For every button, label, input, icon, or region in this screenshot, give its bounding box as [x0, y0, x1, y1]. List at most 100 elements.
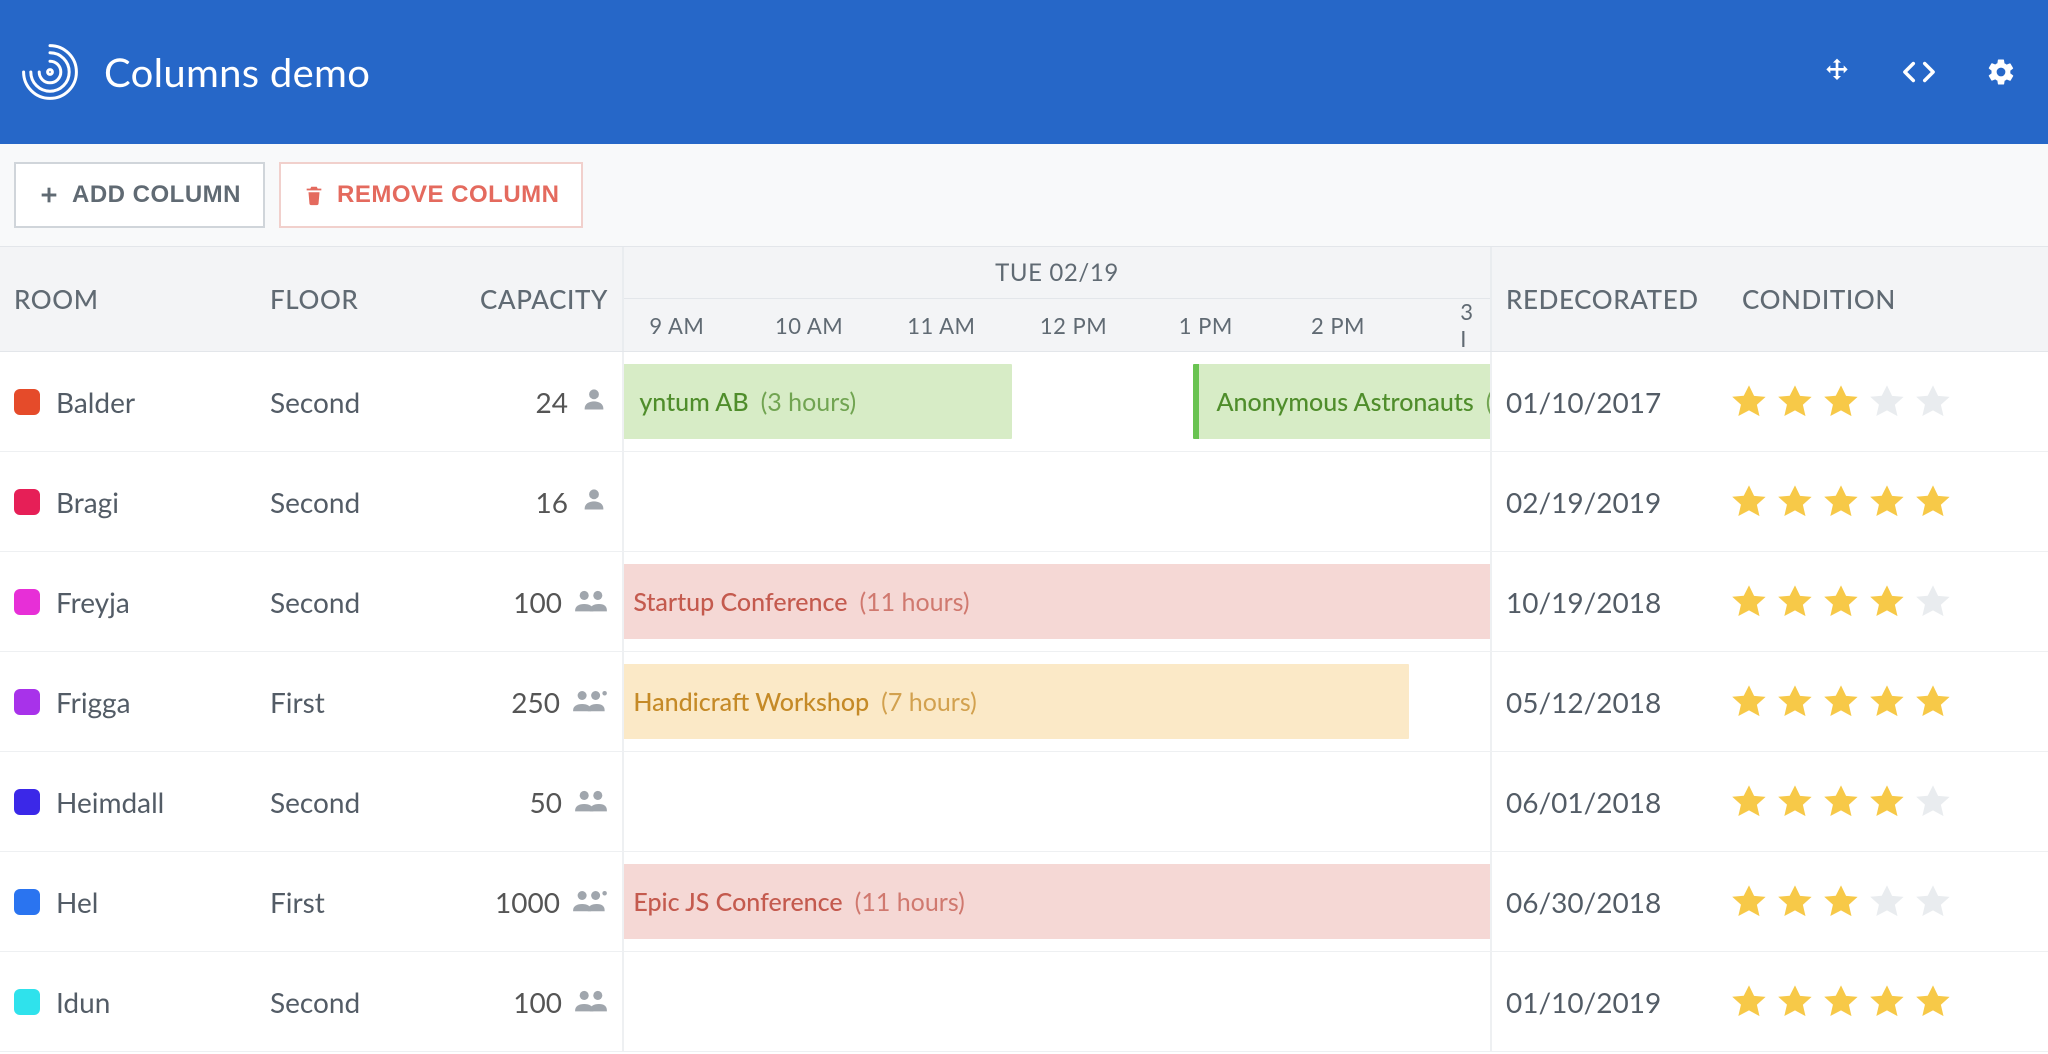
star-icon: [1912, 981, 1954, 1023]
add-column-button[interactable]: ADD COLUMN: [14, 162, 265, 228]
event-duration: (3 h: [1486, 387, 1492, 417]
event-title: Anonymous Astronauts: [1217, 387, 1474, 417]
header-actions: [1820, 55, 2018, 89]
cell-floor[interactable]: First: [256, 652, 466, 751]
table-row: Frigga First 250 Handicraft Workshop(7 hour…: [0, 652, 2048, 752]
cell-floor[interactable]: Second: [256, 952, 466, 1051]
scheduler-event[interactable]: yntum AB(3 hours): [622, 364, 1012, 439]
code-icon[interactable]: [1902, 55, 1936, 89]
scheduler-event[interactable]: Anonymous Astronauts (3 h: [1193, 364, 1492, 439]
room-name: Frigga: [56, 685, 131, 719]
table-row: Hel First1000Epic JS Conference(11 hours)…: [0, 852, 2048, 952]
star-icon: [1728, 581, 1770, 623]
cell-room[interactable]: Idun: [0, 952, 256, 1051]
star-icon: [1774, 781, 1816, 823]
star-icon: [1728, 781, 1770, 823]
cell-redecorated[interactable]: 05/12/2018: [1492, 652, 1728, 751]
capacity-value: 250: [511, 685, 560, 719]
capacity-value: 24: [536, 385, 568, 419]
people-icon: [574, 785, 608, 819]
column-header-capacity[interactable]: CAPACITY: [466, 247, 622, 351]
cell-capacity[interactable]: 24: [466, 352, 622, 451]
room-color-swatch: [14, 789, 40, 815]
star-icon: [1820, 381, 1862, 423]
scheduler-event[interactable]: Epic JS Conference(11 hours): [622, 864, 1492, 939]
star-icon: [1866, 881, 1908, 923]
cell-room[interactable]: Bragi: [0, 452, 256, 551]
cell-room[interactable]: Freyja: [0, 552, 256, 651]
cell-condition[interactable]: [1728, 552, 2048, 651]
column-header-condition[interactable]: CONDITION: [1728, 247, 2048, 351]
room-color-swatch: [14, 489, 40, 515]
cell-condition[interactable]: [1728, 652, 2048, 751]
timeline-tick: 2 PM: [1311, 312, 1365, 339]
star-icon: [1820, 481, 1862, 523]
scheduler-event[interactable]: Handicraft Workshop(7 hours): [622, 664, 1409, 739]
cell-capacity[interactable]: 1000: [466, 852, 622, 951]
timeline-tick: 9 AM: [649, 312, 704, 339]
timeline-cell[interactable]: yntum AB(3 hours) Anonymous Astronauts (3 …: [622, 352, 1492, 451]
event-title: Startup Conference: [633, 587, 847, 617]
cell-capacity[interactable]: 16: [466, 452, 622, 551]
star-icon: [1866, 581, 1908, 623]
cell-redecorated[interactable]: 06/01/2018: [1492, 752, 1728, 851]
cell-condition[interactable]: [1728, 852, 2048, 951]
cell-capacity[interactable]: 250: [466, 652, 622, 751]
cell-redecorated[interactable]: 01/10/2019: [1492, 952, 1728, 1051]
star-icon: [1774, 581, 1816, 623]
cell-condition[interactable]: [1728, 352, 2048, 451]
cell-capacity[interactable]: 50: [466, 752, 622, 851]
add-column-label: ADD COLUMN: [72, 181, 241, 209]
people-icon: [580, 485, 608, 519]
column-header-floor[interactable]: FLOOR: [256, 247, 466, 351]
star-icon: [1866, 981, 1908, 1023]
star-icon: [1728, 881, 1770, 923]
cell-condition[interactable]: [1728, 952, 2048, 1051]
room-name: Freyja: [56, 585, 130, 619]
cell-redecorated[interactable]: 06/30/2018: [1492, 852, 1728, 951]
cell-floor[interactable]: Second: [256, 752, 466, 851]
star-icon: [1774, 681, 1816, 723]
cell-room[interactable]: Heimdall: [0, 752, 256, 851]
cell-floor[interactable]: Second: [256, 552, 466, 651]
timeline-cell[interactable]: Epic JS Conference(11 hours): [622, 852, 1492, 951]
cell-condition[interactable]: [1728, 752, 2048, 851]
star-icon: [1866, 481, 1908, 523]
scheduler-event[interactable]: Startup Conference(11 hours): [622, 564, 1492, 639]
timeline-cell[interactable]: [622, 952, 1492, 1051]
timeline-cell[interactable]: Startup Conference(11 hours): [622, 552, 1492, 651]
timeline-cell[interactable]: [622, 452, 1492, 551]
timeline-cell[interactable]: Handicraft Workshop(7 hours): [622, 652, 1492, 751]
cell-room[interactable]: Frigga: [0, 652, 256, 751]
table-row: BragiSecond16 02/19/2019: [0, 452, 2048, 552]
column-header-redecorated[interactable]: REDECORATED: [1492, 247, 1728, 351]
room-color-swatch: [14, 589, 40, 615]
gear-icon[interactable]: [1984, 55, 2018, 89]
cell-capacity[interactable]: 100: [466, 952, 622, 1051]
star-icon: [1774, 881, 1816, 923]
cell-capacity[interactable]: 100: [466, 552, 622, 651]
move-icon[interactable]: [1820, 55, 1854, 89]
cell-redecorated[interactable]: 01/10/2017: [1492, 352, 1728, 451]
capacity-value: 100: [513, 585, 562, 619]
star-icon: [1820, 981, 1862, 1023]
remove-column-button[interactable]: REMOVE COLUMN: [279, 162, 584, 228]
timeline-cell[interactable]: [622, 752, 1492, 851]
room-name: Hel: [56, 885, 98, 919]
table-row: Freyja Second 100 Startup Conference(11 hou…: [0, 552, 2048, 652]
timeline-tick: 1 PM: [1179, 312, 1233, 339]
remove-column-label: REMOVE COLUMN: [337, 181, 560, 209]
cell-floor[interactable]: Second: [256, 352, 466, 451]
cell-condition[interactable]: [1728, 452, 2048, 551]
cell-redecorated[interactable]: 10/19/2018: [1492, 552, 1728, 651]
column-header-room[interactable]: ROOM: [0, 247, 256, 351]
cell-room[interactable]: Balder: [0, 352, 256, 451]
cell-floor[interactable]: First: [256, 852, 466, 951]
star-icon: [1866, 381, 1908, 423]
cell-redecorated[interactable]: 02/19/2019: [1492, 452, 1728, 551]
cell-floor[interactable]: Second: [256, 452, 466, 551]
star-icon: [1912, 381, 1954, 423]
toolbar: ADD COLUMN REMOVE COLUMN: [0, 144, 2048, 246]
table-row: IdunSecond100 01/10/2019: [0, 952, 2048, 1052]
cell-room[interactable]: Hel: [0, 852, 256, 951]
